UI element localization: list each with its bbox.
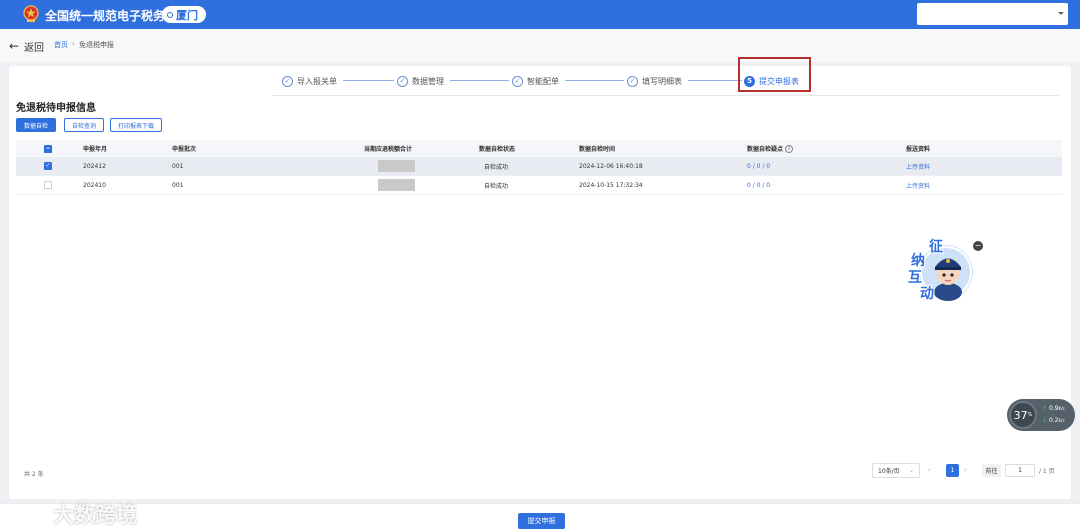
location-icon xyxy=(167,11,173,18)
page-size-value: 10条/页 xyxy=(878,468,900,475)
cpu-usage-indicator: 37% xyxy=(1009,401,1037,429)
assistant-widget[interactable]: 征 纳 互 动 xyxy=(900,236,978,306)
cell-batch: 001 xyxy=(172,181,184,189)
info-icon[interactable]: i xyxy=(785,144,794,153)
assistant-char: 征 xyxy=(929,239,943,255)
usage-value: 37 xyxy=(1013,408,1028,422)
check-circle-icon: ✓ xyxy=(282,75,293,87)
app-title: 全国统一规范电子税务局 xyxy=(45,9,178,23)
column-header: 申报年月 xyxy=(83,146,108,153)
cell-batch: 001 xyxy=(172,162,184,170)
step-label: 数据管理 xyxy=(412,76,444,86)
minus-icon: − xyxy=(44,144,52,153)
cell-period: 202412 xyxy=(83,162,106,170)
breadcrumb-bar: ← 返回 首页 › 免退税申报 xyxy=(0,29,1080,62)
step-label: 导入报关单 xyxy=(297,76,337,86)
column-header-with-info: 数据自检疑点 i xyxy=(747,140,794,157)
column-header: 当期应退税额合计 xyxy=(364,146,413,153)
user-menu[interactable] xyxy=(917,3,1068,25)
arrow-down-icon: ↓ xyxy=(1042,417,1048,424)
watermark-text: 大数跨境 xyxy=(53,503,137,527)
section-title: 免退税待申报信息 xyxy=(16,103,96,114)
watermark: 大数跨境 xyxy=(5,499,137,529)
column-header: 数据自检疑点 xyxy=(747,146,784,153)
arrow-up-icon: ↑ xyxy=(1042,405,1048,412)
step-connector xyxy=(688,80,742,81)
self-check-query-button[interactable]: 自检查询 xyxy=(64,118,104,132)
column-header: 申报批次 xyxy=(172,146,197,153)
goto-label: 前往 xyxy=(982,464,1001,477)
top-bar: 全国统一规范电子税务局 厦门 xyxy=(0,0,1080,29)
step-connector xyxy=(343,80,394,81)
select-all-checkbox[interactable]: − xyxy=(44,140,52,157)
breadcrumb-home-link[interactable]: 首页 xyxy=(54,40,68,50)
bottom-action-bar: 提交申报 xyxy=(0,503,1080,532)
upload-materials-link[interactable]: 上传资料 xyxy=(906,157,930,175)
step-import-declaration[interactable]: ✓ 导入报关单 xyxy=(282,74,337,88)
back-button[interactable]: 返回 xyxy=(24,39,44,54)
chevron-down-icon xyxy=(1058,12,1064,15)
chevron-down-icon: ⌄ xyxy=(908,467,914,474)
usage-unit: % xyxy=(1027,412,1033,418)
step-label: 智能配单 xyxy=(527,76,559,86)
table-row[interactable]: 202410 001 自检成功 2024-10-15 17:32:34 0 / … xyxy=(16,176,1062,195)
upload-speed: ↑ 0.9K/s xyxy=(1042,405,1065,412)
self-check-button[interactable]: 数据自检 xyxy=(16,118,56,132)
step-fill-detail[interactable]: ✓ 填写明细表 xyxy=(627,74,682,88)
total-count: 共 2 条 xyxy=(24,471,44,478)
assistant-close-button[interactable]: − xyxy=(973,241,983,251)
check-icon: ✓ xyxy=(44,162,52,170)
cell-time: 2024-12-06 16:40:18 xyxy=(579,162,643,170)
step-label: 填写明细表 xyxy=(642,76,682,86)
step-connector xyxy=(450,80,509,81)
column-header: 报送资料 xyxy=(906,146,931,153)
cell-amount-redacted xyxy=(378,176,415,194)
doubts-link[interactable]: 0 / 0 / 0 xyxy=(747,176,770,194)
watermark-logo-icon xyxy=(7,506,43,522)
page-number-current[interactable]: 1 xyxy=(946,464,959,477)
doubts-link[interactable]: 0 / 0 / 0 xyxy=(747,157,770,175)
network-speed-widget[interactable]: 37% ↑ 0.9K/s ↓ 0.2K/s xyxy=(1007,399,1075,431)
step-divider xyxy=(273,95,1059,96)
cell-status: 自检成功 xyxy=(484,182,509,190)
highlight-box xyxy=(738,57,811,92)
download-speed: ↓ 0.2K/s xyxy=(1042,417,1065,424)
check-circle-icon: ✓ xyxy=(397,75,408,87)
breadcrumb-separator: › xyxy=(72,40,75,48)
row-checkbox[interactable] xyxy=(44,176,52,194)
column-header: 数据自检状态 xyxy=(479,146,516,153)
upload-materials-link[interactable]: 上传资料 xyxy=(906,176,930,194)
prev-page-button[interactable]: ‹ xyxy=(928,466,931,474)
step-data-management[interactable]: ✓ 数据管理 xyxy=(397,74,444,88)
region-label: 厦门 xyxy=(176,8,198,22)
table-row[interactable]: ✓ 202412 001 自检成功 2024-12-06 16:40:18 0 … xyxy=(16,157,1062,176)
cell-status: 自检成功 xyxy=(484,163,509,171)
assistant-char: 动 xyxy=(920,286,934,302)
page-size-select[interactable]: 10条/页 ⌄ xyxy=(872,463,920,478)
step-connector xyxy=(565,80,624,81)
cell-period: 202410 xyxy=(83,181,106,189)
check-circle-icon: ✓ xyxy=(627,75,638,87)
tax-emblem-icon xyxy=(23,5,39,22)
cell-amount-redacted xyxy=(378,157,415,175)
submit-declaration-button[interactable]: 提交申报 xyxy=(518,513,565,529)
step-smart-matching[interactable]: ✓ 智能配单 xyxy=(512,74,559,88)
next-page-button[interactable]: › xyxy=(964,466,967,474)
print-download-button[interactable]: 打印报表下载 xyxy=(110,118,162,132)
total-pages: / 1 页 xyxy=(1039,468,1055,475)
column-header: 数据自检时间 xyxy=(579,146,616,153)
redacted-block xyxy=(378,160,415,172)
row-checkbox[interactable]: ✓ xyxy=(44,157,52,175)
check-circle-icon: ✓ xyxy=(512,75,523,87)
goto-page-input[interactable]: 1 xyxy=(1005,464,1035,477)
breadcrumb-current: 免退税申报 xyxy=(79,41,114,49)
back-arrow-icon[interactable]: ← xyxy=(9,39,19,53)
redacted-block xyxy=(378,179,415,191)
table-header: − 申报年月 申报批次 当期应退税额合计 数据自检状态 数据自检时间 数据自检疑… xyxy=(16,140,1062,157)
region-selector[interactable]: 厦门 xyxy=(162,6,206,23)
cell-time: 2024-10-15 17:32:34 xyxy=(579,181,643,189)
